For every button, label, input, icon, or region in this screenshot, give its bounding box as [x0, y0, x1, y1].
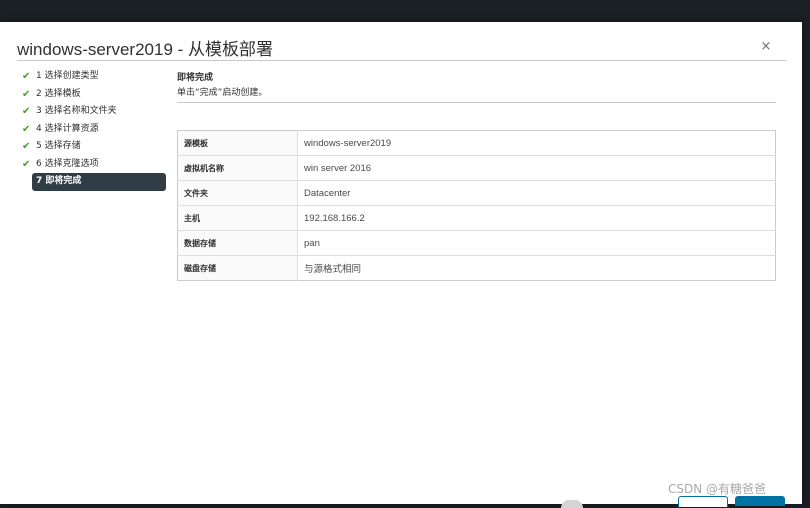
- table-row: 虚拟机名称 win server 2016: [177, 155, 776, 181]
- row-label: 数据存储: [177, 230, 298, 256]
- table-row: 磁盘存储 与源格式相同: [177, 255, 776, 281]
- top-bar: [0, 0, 810, 22]
- checkmark-icon: ✔: [22, 158, 31, 170]
- checkmark-icon: ✔: [22, 123, 31, 135]
- header-divider: [177, 102, 776, 103]
- step-2[interactable]: ✔ 2 选择模板: [20, 86, 166, 104]
- step-label: 2 选择模板: [36, 88, 81, 99]
- row-value: win server 2016: [297, 155, 776, 181]
- title-divider: [17, 60, 786, 61]
- step-label: 7 即将完成: [36, 176, 82, 186]
- row-label: 文件夹: [177, 180, 298, 206]
- deploy-from-template-dialog: windows-server2019 - 从模板部署 × ✔ 1 选择创建类型 ✔…: [0, 22, 802, 508]
- step-label: 3 选择名称和文件夹: [36, 106, 117, 116]
- checkmark-icon: ✔: [22, 141, 31, 152]
- step-1[interactable]: ✔ 1 选择创建类型: [20, 68, 166, 86]
- step-4[interactable]: ✔ 4 选择计算资源: [20, 121, 166, 139]
- row-value: 与源格式相同: [297, 255, 776, 281]
- checkmark-icon: ✔: [22, 88, 31, 100]
- table-row: 源模板 windows-server2019: [177, 130, 776, 156]
- step-6[interactable]: ✔ 6 选择克隆选项: [20, 156, 166, 174]
- step-label: 5 选择存储: [36, 141, 81, 151]
- row-value: 192.168.166.2: [297, 205, 776, 231]
- row-value: Datacenter: [297, 180, 776, 206]
- row-label: 源模板: [177, 130, 298, 156]
- step-label: 1 选择创建类型: [36, 71, 99, 81]
- dialog-title: windows-server2019 - 从模板部署: [17, 40, 274, 59]
- loading-indicator: [561, 500, 583, 508]
- row-label: 磁盘存储: [177, 255, 298, 281]
- close-icon[interactable]: ×: [759, 40, 773, 54]
- wizard-steps: ✔ 1 选择创建类型 ✔ 2 选择模板 ✔ 3 选择名称和文件夹 ✔ 4 选择计算资源 …: [20, 68, 166, 191]
- row-label: 虚拟机名称: [177, 155, 298, 181]
- step-3[interactable]: ✔ 3 选择名称和文件夹: [20, 103, 166, 121]
- page-subheading: 单击“完成”启动创建。: [177, 88, 268, 98]
- table-row: 数据存储 pan: [177, 230, 776, 256]
- step-7-active[interactable]: 7 即将完成: [32, 173, 166, 191]
- row-value: pan: [297, 230, 776, 256]
- content-header: 即将完成 单击“完成”启动创建。: [177, 72, 777, 100]
- checkmark-icon: ✔: [22, 106, 31, 117]
- row-label: 主机: [177, 205, 298, 231]
- step-5[interactable]: ✔ 5 选择存储: [20, 138, 166, 156]
- step-label: 6 选择克隆选项: [36, 158, 99, 169]
- table-row: 主机 192.168.166.2: [177, 205, 776, 231]
- summary-table: 源模板 windows-server2019 虚拟机名称 win server …: [177, 130, 776, 281]
- finish-button[interactable]: [735, 496, 785, 506]
- table-row: 文件夹 Datacenter: [177, 180, 776, 206]
- step-label: 4 选择计算资源: [36, 123, 99, 134]
- row-value: windows-server2019: [304, 137, 392, 149]
- page-heading: 即将完成: [177, 73, 214, 83]
- back-button[interactable]: [678, 496, 728, 507]
- watermark: CSDN @有糖爸爸: [668, 482, 767, 496]
- checkmark-icon: ✔: [22, 71, 31, 82]
